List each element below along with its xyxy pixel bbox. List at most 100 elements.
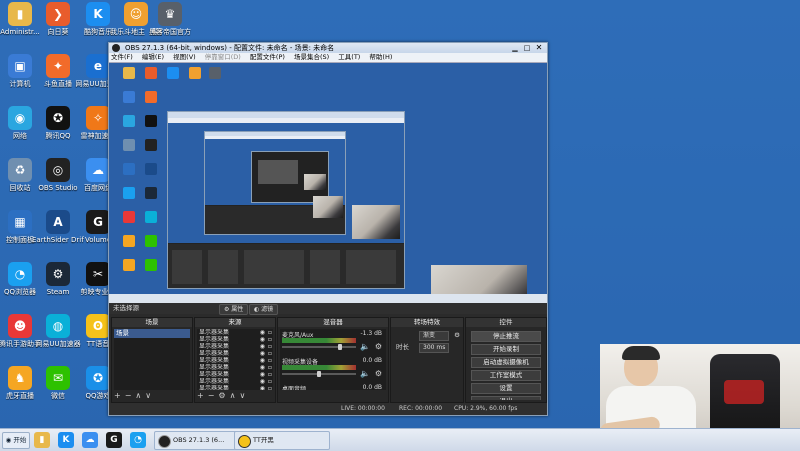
network-icon: ◉ <box>8 106 32 130</box>
steam-icon: ⚙ <box>46 262 70 286</box>
visibility-eye-icon[interactable]: ◉ <box>260 343 265 350</box>
visibility-eye-icon[interactable]: ◉ <box>260 336 265 343</box>
add-icon[interactable]: + <box>197 391 204 400</box>
accelerator-icon: ✧ <box>86 106 110 130</box>
menu-help[interactable]: 帮助(H) <box>369 53 392 61</box>
folder-icon[interactable]: ▮ <box>34 432 50 448</box>
add-icon[interactable]: + <box>114 391 121 400</box>
qq-game-icon: ✪ <box>86 366 110 390</box>
menu-profile[interactable]: 配置文件(P) <box>250 53 285 61</box>
remove-icon[interactable]: − <box>208 391 215 400</box>
menu-edit[interactable]: 编辑(E) <box>142 53 164 61</box>
taskbar-item-tt[interactable]: TT开黑 <box>234 431 330 450</box>
exit-button[interactable]: 退出 <box>471 396 541 400</box>
transition-type-select[interactable]: 渐变 <box>419 331 449 341</box>
maximize-icon[interactable]: □ <box>522 43 532 53</box>
obs-preview-canvas[interactable] <box>109 63 547 303</box>
visibility-eye-icon[interactable]: ◉ <box>260 329 265 336</box>
speaker-icon[interactable]: 🔈 <box>360 369 370 378</box>
lock-icon[interactable]: ▫ <box>268 343 272 350</box>
visibility-eye-icon[interactable]: ◉ <box>260 357 265 364</box>
visibility-eye-icon[interactable]: ◉ <box>260 350 265 357</box>
lock-icon[interactable]: ▫ <box>268 364 272 371</box>
source-item[interactable]: 显示器采集 ◉ ▫ <box>197 343 273 350</box>
lock-icon[interactable]: ▫ <box>268 329 272 336</box>
kugou-icon: K <box>86 2 110 26</box>
mixer-dock: 混音器 麦克风/Aux -1.3 dB 🔈 ⚙ 视频采集设备 0.0 dB 🔈 ⚙ 桌面音频 0.… <box>277 317 389 403</box>
source-item[interactable]: 显示器采集 ◉ ▫ <box>197 385 273 390</box>
start-virtual-camera-button[interactable]: 启动虚拟摄像机 <box>471 357 541 368</box>
transitions-dock-title: 转场特效 <box>391 318 463 327</box>
duration-input[interactable]: 300 ms <box>419 343 449 353</box>
kugou-icon[interactable]: K <box>58 432 74 448</box>
source-item-label: 显示器采集 <box>199 336 230 343</box>
mixer-dock-title: 混音器 <box>278 318 388 327</box>
move-down-icon[interactable]: ∨ <box>239 391 245 400</box>
menu-file[interactable]: 文件(F) <box>111 53 133 61</box>
source-item[interactable]: 显示器采集 ◉ ▫ <box>197 350 273 357</box>
source-item[interactable]: 显示器采集 ◉ ▫ <box>197 357 273 364</box>
nested-obs-capture <box>167 111 405 289</box>
visibility-eye-icon[interactable]: ◉ <box>260 385 265 390</box>
source-item[interactable]: 显示器采集 ◉ ▫ <box>197 378 273 385</box>
source-item[interactable]: 显示器采集 ◉ ▫ <box>197 364 273 371</box>
source-item[interactable]: 显示器采集 ◉ ▫ <box>197 336 273 343</box>
volume-app-icon[interactable]: G <box>106 432 122 448</box>
speaker-icon[interactable]: 🔈 <box>360 342 370 351</box>
game-icon: ♛ <box>158 2 182 26</box>
obs-window[interactable]: OBS 27.1.3 (64-bit, windows) - 配置文件: 未命名… <box>108 42 548 416</box>
menu-scene-collection[interactable]: 场景集合(S) <box>294 53 329 61</box>
studio-mode-button[interactable]: 工作室模式 <box>471 370 541 381</box>
close-icon[interactable]: ✕ <box>533 43 545 53</box>
recycle-bin-icon: ♻ <box>8 158 32 182</box>
qq-icon: ✪ <box>46 106 70 130</box>
lock-icon[interactable]: ▫ <box>268 357 272 364</box>
sources-toolbar: + − ⚙ ∧ ∨ <box>197 391 249 401</box>
gear-icon[interactable]: ⚙ <box>375 342 382 351</box>
gear-icon[interactable]: ⚙ <box>375 369 382 378</box>
volume-slider[interactable] <box>282 346 356 348</box>
source-item-label: 显示器采集 <box>199 378 230 385</box>
obs-menubar: 文件(F) 编辑(E) 视图(V) 停靠窗口(D) 配置文件(P) 场景集合(S… <box>109 53 547 63</box>
move-up-icon[interactable]: ∧ <box>135 391 141 400</box>
stop-streaming-button[interactable]: 停止推流 <box>471 331 541 342</box>
menu-tools[interactable]: 工具(T) <box>338 53 360 61</box>
source-item-label: 显示器采集 <box>199 329 230 336</box>
qq-browser-icon[interactable]: ◔ <box>130 432 146 448</box>
volume-slider-handle[interactable] <box>337 344 342 350</box>
obs-titlebar[interactable]: OBS 27.1.3 (64-bit, windows) - 配置文件: 未命名… <box>109 43 547 53</box>
obs-icon <box>158 435 171 448</box>
lock-icon[interactable]: ▫ <box>268 350 272 357</box>
gear-icon[interactable]: ⚙ <box>454 329 460 341</box>
lock-icon[interactable]: ▫ <box>268 385 272 390</box>
desktop-icon-label: 黑客帝国官方 <box>149 28 191 36</box>
filters-button[interactable]: ◐ 滤镜 <box>249 304 279 315</box>
source-item[interactable]: 显示器采集 ◉ ▫ <box>197 371 273 378</box>
start-recording-button[interactable]: 开始录制 <box>471 344 541 355</box>
visibility-eye-icon[interactable]: ◉ <box>260 378 265 385</box>
obs-statusbar: LIVE: 00:00:00 REC: 00:00:00 CPU: 2.9%, … <box>109 403 547 415</box>
menu-docks[interactable]: 停靠窗口(D) <box>205 53 241 61</box>
lock-icon[interactable]: ▫ <box>268 371 272 378</box>
control-panel-icon: ▦ <box>8 210 32 234</box>
move-up-icon[interactable]: ∧ <box>230 391 236 400</box>
start-button[interactable]: ◉ 开始 <box>2 432 30 449</box>
transition-duration-row: 时长 300 ms <box>393 341 461 353</box>
menu-view[interactable]: 视图(V) <box>173 53 196 61</box>
source-item[interactable]: 显示器采集 ◉ ▫ <box>197 329 273 336</box>
remove-icon[interactable]: − <box>125 391 132 400</box>
obs-window-title: OBS 27.1.3 (64-bit, windows) - 配置文件: 未命名… <box>125 44 335 52</box>
visibility-eye-icon[interactable]: ◉ <box>260 371 265 378</box>
settings-button[interactable]: 设置 <box>471 383 541 394</box>
move-down-icon[interactable]: ∨ <box>145 391 151 400</box>
scene-item[interactable]: 场景 <box>114 329 190 338</box>
lock-icon[interactable]: ▫ <box>268 378 272 385</box>
scenes-dock: 场景 场景 + − ∧ ∨ <box>111 317 193 403</box>
lock-icon[interactable]: ▫ <box>268 336 272 343</box>
visibility-eye-icon[interactable]: ◉ <box>260 364 265 371</box>
properties-button[interactable]: ⚙ 属性 <box>219 304 249 315</box>
minimize-icon[interactable]: ▁ <box>510 43 520 53</box>
volume-slider-handle[interactable] <box>317 371 321 377</box>
cloud-icon[interactable]: ☁ <box>82 432 98 448</box>
gear-icon[interactable]: ⚙ <box>218 391 225 400</box>
